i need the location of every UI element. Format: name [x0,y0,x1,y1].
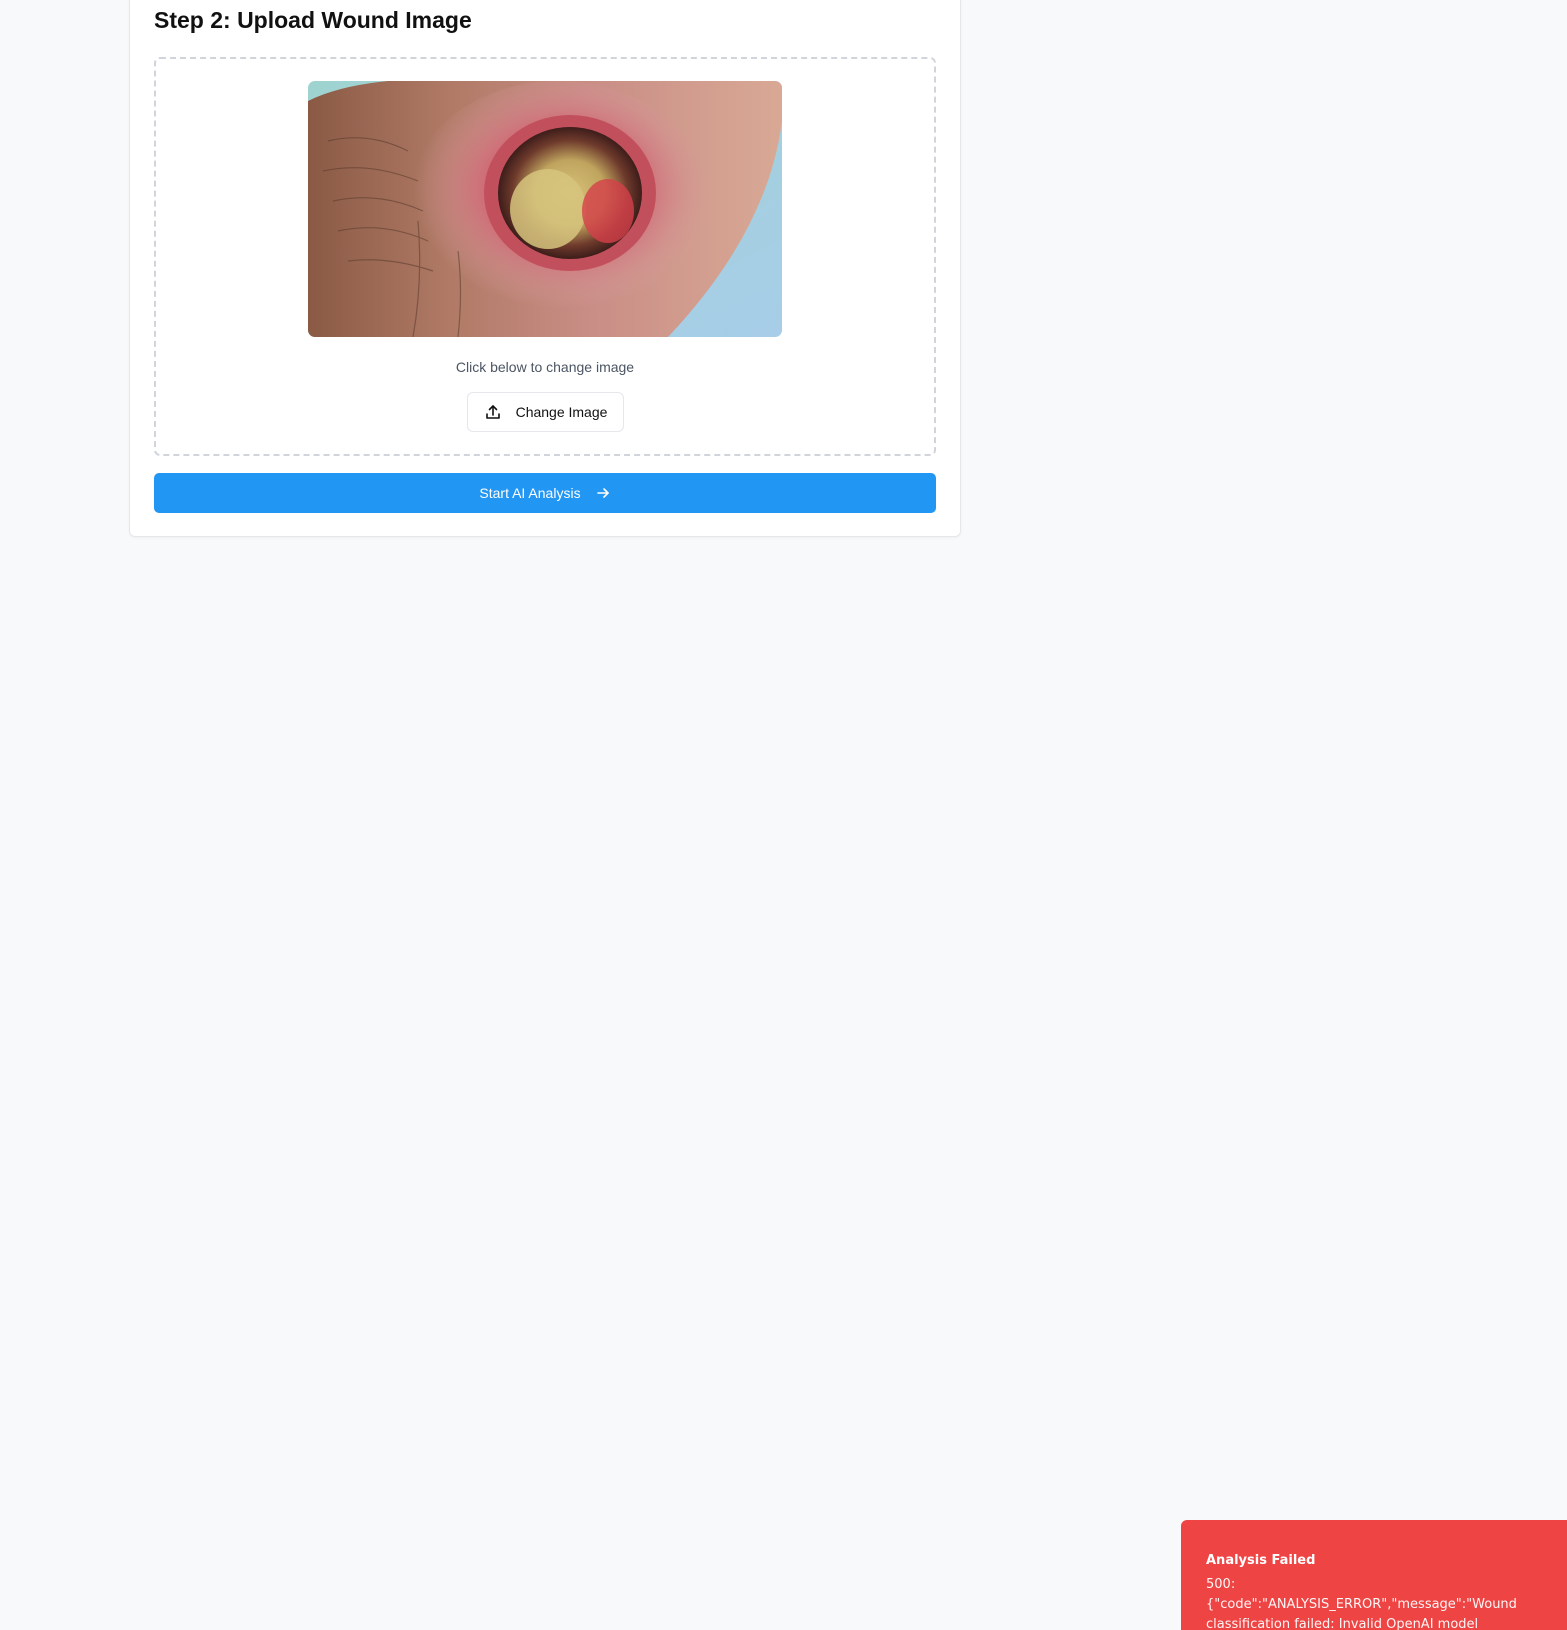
upload-icon [484,403,502,421]
change-image-button[interactable]: Change Image [467,392,624,432]
change-image-label: Change Image [515,404,608,420]
upload-card: Step 2: Upload Wound Image Click below t… [129,0,961,537]
start-analysis-button[interactable]: Start AI Analysis [154,473,936,513]
error-toast[interactable]: Analysis Failed 500: {"code":"ANALYSIS_E… [1181,1520,1567,1630]
change-image-hint: Click below to change image [455,359,635,375]
step-title: Step 2: Upload Wound Image [154,7,472,33]
image-drop-zone[interactable]: Click below to change image Change Image [154,57,936,456]
toast-message: 500: {"code":"ANALYSIS_ERROR","message":… [1206,1577,1517,1630]
start-analysis-label: Start AI Analysis [479,485,581,501]
arrow-right-icon [595,485,611,501]
wound-image-preview [308,81,782,337]
toast-title: Analysis Failed [1206,1553,1316,1568]
page: Step 2: Upload Wound Image Click below t… [0,0,1567,1630]
